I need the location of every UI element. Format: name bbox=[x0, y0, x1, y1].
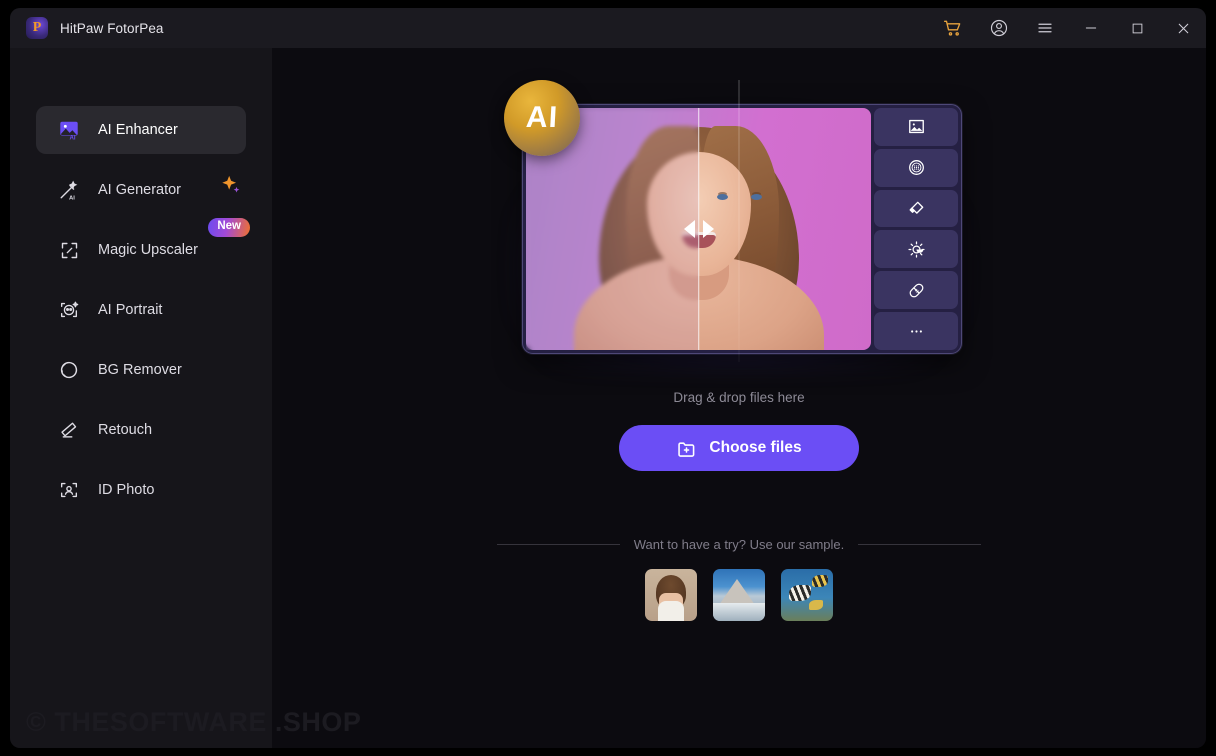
window-controls bbox=[930, 8, 1206, 48]
ai-badge-label: AI bbox=[525, 101, 559, 134]
hero-card bbox=[522, 104, 962, 354]
denoise-icon[interactable] bbox=[874, 148, 958, 187]
id-photo-icon bbox=[56, 477, 82, 503]
svg-text:AI: AI bbox=[69, 136, 75, 141]
photo-eye-right bbox=[751, 194, 762, 200]
sidebar-item-ai-generator[interactable]: AI AI Generator bbox=[36, 166, 246, 214]
colorize-icon[interactable] bbox=[874, 189, 958, 228]
bg-remover-icon bbox=[56, 357, 82, 383]
sidebar-item-id-photo[interactable]: ID Photo bbox=[36, 466, 246, 514]
maximize-icon[interactable] bbox=[1114, 8, 1160, 48]
sidebar-item-retouch[interactable]: Retouch bbox=[36, 406, 246, 454]
sparkle-icon bbox=[220, 174, 242, 196]
cart-icon[interactable] bbox=[930, 8, 976, 48]
sidebar-item-label: Magic Upscaler bbox=[98, 242, 198, 258]
app-title: HitPaw FotorPea bbox=[60, 20, 164, 36]
before-after-photo[interactable] bbox=[526, 108, 871, 350]
sample-thumb-fish[interactable] bbox=[781, 569, 833, 621]
retouch-icon bbox=[56, 417, 82, 443]
new-badge: New bbox=[208, 218, 250, 237]
minimize-icon[interactable] bbox=[1068, 8, 1114, 48]
sample-thumb-portrait[interactable] bbox=[645, 569, 697, 621]
magic-upscaler-icon bbox=[56, 237, 82, 263]
title-bar: HitPaw FotorPea bbox=[10, 8, 1206, 48]
compare-slider-handle[interactable] bbox=[683, 220, 714, 238]
menu-icon[interactable] bbox=[1022, 8, 1068, 48]
sidebar-item-magic-upscaler[interactable]: Magic Upscaler New bbox=[36, 218, 250, 274]
drag-drop-hint: Drag & drop files here bbox=[673, 390, 805, 405]
hero-preview: AI bbox=[504, 80, 974, 370]
close-icon[interactable] bbox=[1160, 8, 1206, 48]
scratch-repair-icon[interactable] bbox=[874, 271, 958, 310]
sidebar-item-ai-enhancer[interactable]: AI AI Enhancer bbox=[36, 106, 246, 154]
folder-add-icon bbox=[678, 441, 695, 457]
sidebar-item-ai-portrait[interactable]: AI Portrait bbox=[36, 286, 246, 334]
sidebar-item-label: Retouch bbox=[98, 422, 153, 438]
sidebar: AI AI Enhancer AI AI Generator Magic Ups… bbox=[10, 48, 272, 748]
ai-portrait-icon bbox=[56, 297, 82, 323]
sample-thumb-mountain[interactable] bbox=[713, 569, 765, 621]
sidebar-item-label: AI Generator bbox=[98, 182, 182, 198]
brightness-icon[interactable] bbox=[874, 230, 958, 269]
arrow-right-icon bbox=[702, 220, 714, 238]
divider-left bbox=[497, 544, 620, 545]
account-icon[interactable] bbox=[976, 8, 1022, 48]
main-content: AI Drag & drop files here Choose files W… bbox=[272, 48, 1206, 748]
divider-right bbox=[858, 544, 982, 545]
photo-enhance-icon[interactable] bbox=[874, 108, 958, 146]
sidebar-item-bg-remover[interactable]: BG Remover bbox=[36, 346, 246, 394]
sidebar-item-label: ID Photo bbox=[98, 482, 155, 498]
more-icon[interactable] bbox=[874, 312, 958, 350]
photo-eye-left bbox=[717, 194, 728, 200]
sidebar-item-label: AI Portrait bbox=[98, 302, 163, 318]
arrow-left-icon bbox=[683, 220, 695, 238]
sample-heading-row: Want to have a try? Use our sample. bbox=[497, 537, 982, 552]
body: AI AI Enhancer AI AI Generator Magic Ups… bbox=[10, 48, 1206, 748]
ai-generator-icon: AI bbox=[56, 177, 82, 203]
sidebar-item-label: BG Remover bbox=[98, 362, 182, 378]
svg-text:AI: AI bbox=[69, 195, 75, 201]
hero-toolbar bbox=[874, 108, 958, 350]
sample-thumbnails bbox=[645, 569, 833, 621]
hero-divider-extension bbox=[738, 80, 740, 362]
sample-heading: Want to have a try? Use our sample. bbox=[633, 537, 845, 552]
ai-enhancer-icon: AI bbox=[56, 117, 82, 143]
choose-files-button[interactable]: Choose files bbox=[619, 425, 859, 471]
sidebar-item-label: AI Enhancer bbox=[98, 122, 178, 138]
choose-files-label: Choose files bbox=[709, 439, 802, 456]
app-window: HitPaw FotorPea bbox=[10, 8, 1206, 748]
ai-badge: AI bbox=[504, 80, 580, 156]
hitpaw-logo-icon bbox=[26, 17, 48, 39]
